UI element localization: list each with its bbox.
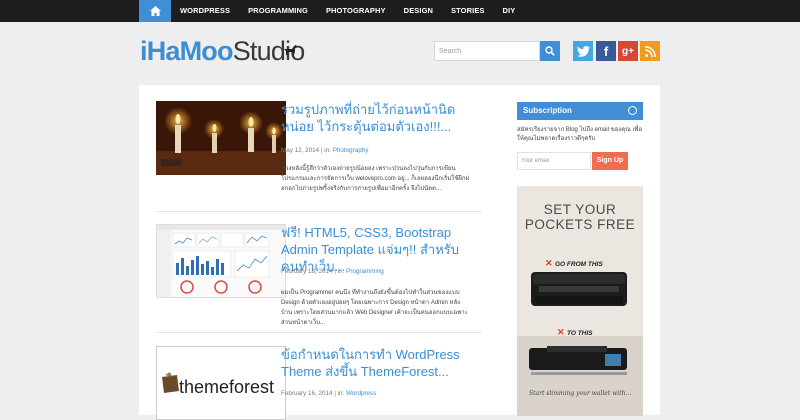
post-category-link[interactable]: Wordpress: [346, 390, 376, 397]
post-excerpt: ช่วงหลังนี้รู้สึกว่าตัวเองถ่ายรูปน้อยลง …: [281, 166, 469, 192]
post-meta-sep: | in:: [319, 147, 333, 154]
rss-button[interactable]: [640, 41, 660, 61]
post-thumbnail-themeforest[interactable]: themeforest: [156, 346, 286, 420]
email-field[interactable]: [517, 152, 591, 170]
rss-icon: [644, 45, 656, 57]
nav-item-diy[interactable]: DIY: [494, 0, 525, 22]
logo-brand: iHaMoo: [140, 36, 234, 66]
signup-button[interactable]: Sign Up: [592, 152, 628, 170]
top-nav-inner: WORDPRESS PROGRAMMING PHOTOGRAPHY DESIGN…: [139, 0, 524, 22]
post-date: February 16, 2014: [281, 390, 333, 397]
search-icon: [545, 46, 555, 56]
twitter-button[interactable]: [573, 41, 593, 61]
post-thumbnail-candles[interactable]: [156, 101, 286, 175]
wallet-ad-banner[interactable]: SET YOUR POCKETS FREE ✕ GO FROM THIS ✕ T…: [517, 186, 643, 416]
admin-template-image: [157, 225, 285, 297]
ad-headline-line1: SET YOUR: [543, 202, 617, 217]
themeforest-logo-image: themeforest: [157, 347, 285, 419]
arrow-right-icon: [628, 106, 637, 115]
x-mark-icon: ✕: [545, 258, 553, 268]
x-mark-icon: ✕: [557, 327, 565, 337]
facebook-icon: f: [603, 43, 609, 59]
nav-item-wordpress[interactable]: WORDPRESS: [171, 0, 239, 22]
ad-go-from-label: GO FROM THIS: [555, 261, 603, 268]
facebook-button[interactable]: f: [596, 41, 616, 61]
twitter-icon: [576, 45, 590, 57]
top-nav: WORDPRESS PROGRAMMING PHOTOGRAPHY DESIGN…: [0, 0, 800, 22]
search-button[interactable]: [540, 41, 560, 61]
themeforest-logo-text: themeforest: [179, 377, 274, 397]
nav-item-design[interactable]: DESIGN: [395, 0, 442, 22]
google-plus-icon: g+: [622, 45, 634, 57]
subscription-text: สมัครเรียงรายจาก Blog ไปถึง email ของคุณ…: [517, 127, 643, 142]
home-icon: [149, 6, 161, 16]
post-meta-sep: | in:: [332, 390, 347, 397]
home-button[interactable]: [139, 0, 171, 22]
ad-headline-line2: POCKETS FREE: [524, 217, 636, 232]
subscription-header: Subscription: [517, 102, 643, 120]
search-input[interactable]: [434, 41, 540, 61]
dog-icon: [284, 45, 297, 55]
ad-to-this-label: TO THIS: [567, 330, 593, 337]
post-date: May 12, 2014: [281, 147, 320, 154]
subscription-title: Subscription: [523, 106, 572, 115]
nav-item-stories[interactable]: STORIES: [442, 0, 494, 22]
post-thumbnail-admin[interactable]: [156, 224, 286, 298]
post-meta: February 18, 2014 | in: Programming: [281, 268, 384, 275]
post-meta: May 12, 2014 | in: Photography: [281, 147, 368, 154]
content-panel: รวมรูปภาพที่ถ่ายไว้ก่อนหน้านิดหน่อย ไว้ก…: [139, 85, 660, 420]
candles-image: [156, 101, 286, 175]
post-excerpt: ผมเป็น Programmer คนนึง ที่ทำงานถึงยังขึ…: [281, 290, 468, 326]
post-meta-sep: | in:: [332, 268, 347, 275]
post-divider: [156, 332, 482, 333]
google-plus-button[interactable]: g+: [618, 41, 638, 61]
nav-item-programming[interactable]: PROGRAMMING: [239, 0, 317, 22]
post-category-link[interactable]: Photography: [333, 147, 369, 154]
site-logo[interactable]: iHaMoo Studio: [140, 36, 305, 68]
post-meta: February 16, 2014 | in: Wordpress: [281, 390, 376, 397]
post-title[interactable]: ข้อกำหนดในการทำ WordPress Theme ส่งขึ้น …: [281, 346, 471, 380]
ad-tagline: Start slimming your wallet with...: [529, 390, 632, 397]
post-category-link[interactable]: Programming: [346, 268, 384, 275]
nav-item-photography[interactable]: PHOTOGRAPHY: [317, 0, 395, 22]
post-title[interactable]: รวมรูปภาพที่ถ่ายไว้ก่อนหน้านิดหน่อย ไว้ก…: [281, 101, 471, 135]
post-date: February 18, 2014: [281, 268, 333, 275]
post-divider: [156, 211, 482, 212]
